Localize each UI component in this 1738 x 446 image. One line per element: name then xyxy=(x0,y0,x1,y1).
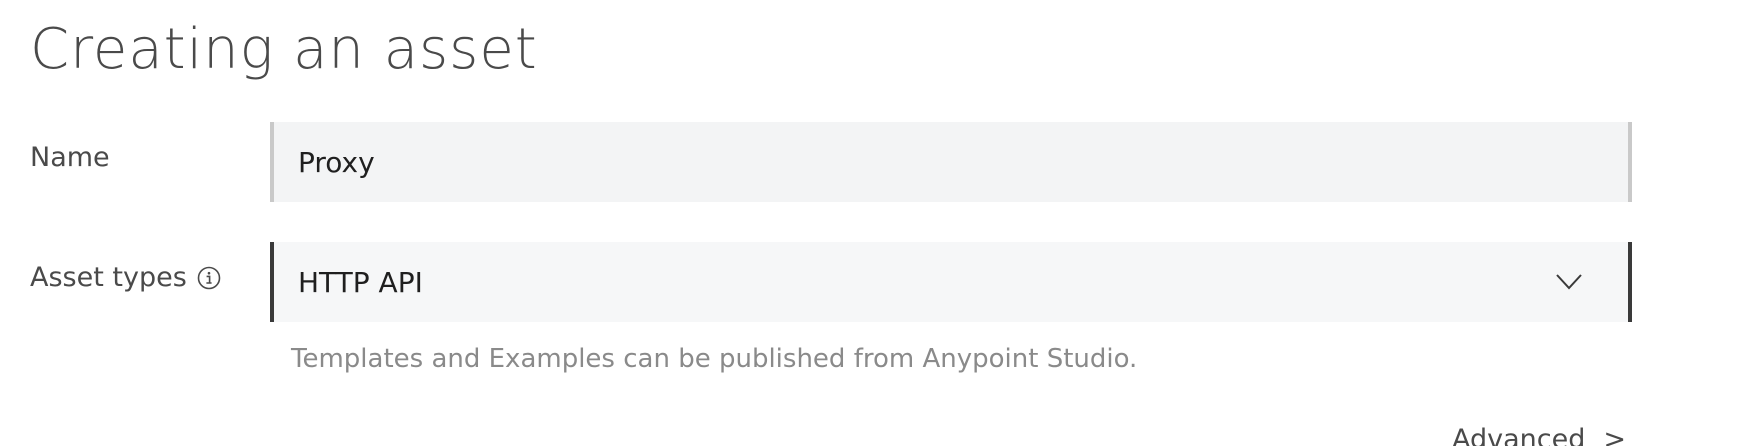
create-asset-page: Creating an asset Name Asset types HTTP … xyxy=(0,0,1738,446)
asset-types-label-text: Asset types xyxy=(30,262,187,293)
asset-type-select[interactable]: HTTP API xyxy=(270,242,1632,322)
advanced-label: Advanced xyxy=(1452,424,1586,446)
chevron-right-icon: > xyxy=(1603,424,1626,446)
name-label-text: Name xyxy=(30,142,110,173)
name-field[interactable] xyxy=(270,122,1632,202)
asset-type-selected-value: HTTP API xyxy=(298,265,423,299)
asset-types-label: Asset types xyxy=(30,262,221,293)
page-title: Creating an asset xyxy=(30,17,538,82)
info-icon[interactable] xyxy=(197,266,221,290)
name-input[interactable] xyxy=(298,145,1628,179)
advanced-toggle[interactable]: Advanced > xyxy=(1452,424,1626,446)
name-label: Name xyxy=(30,142,110,173)
chevron-down-icon[interactable] xyxy=(1554,268,1584,292)
asset-type-helper-text: Templates and Examples can be published … xyxy=(291,344,1138,374)
